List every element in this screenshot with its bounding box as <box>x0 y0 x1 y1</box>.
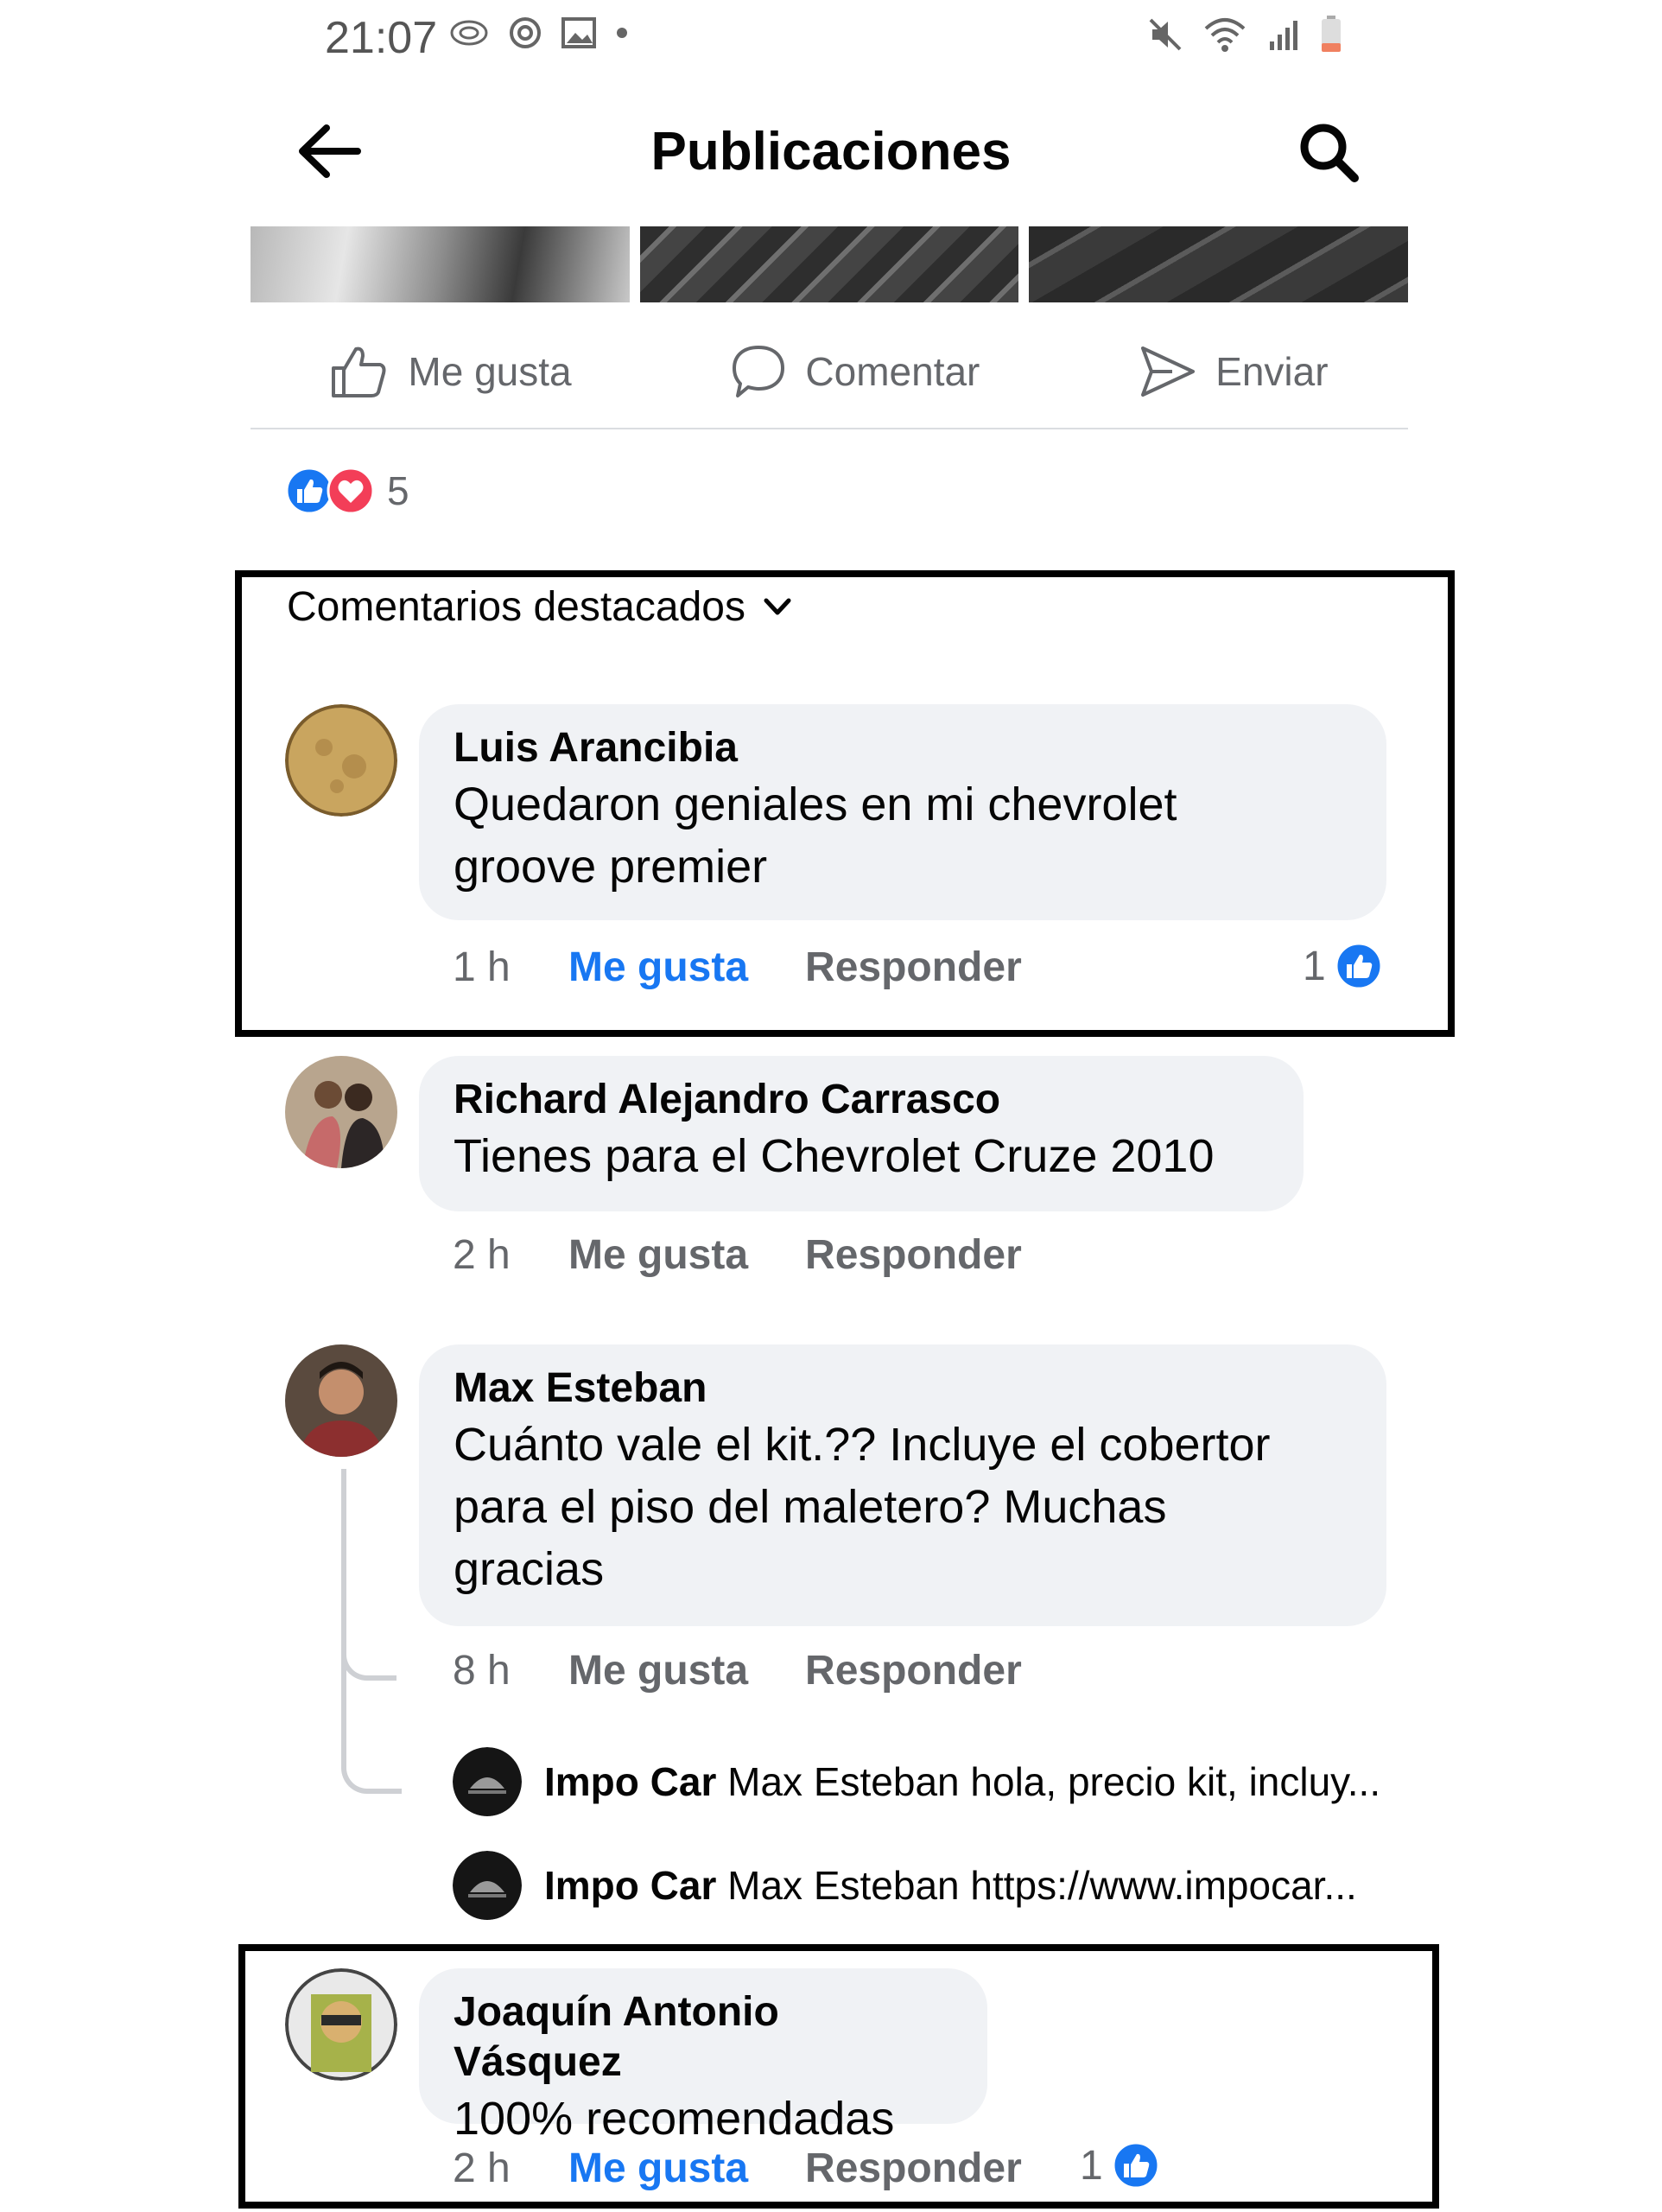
comment-actions: 2 h Me gusta Responder <box>453 2145 1022 2192</box>
comment-time: 1 h <box>453 944 511 990</box>
comment-actions: 8 h Me gusta Responder <box>453 1647 1022 1694</box>
avatar[interactable] <box>285 1344 397 1457</box>
comment-reply-button[interactable]: Responder <box>805 1647 1022 1694</box>
comment-text-line: gracias <box>454 1543 605 1595</box>
comment-like-count-value: 1 <box>1080 2142 1103 2189</box>
comment-icon <box>733 346 785 397</box>
reply-preview[interactable]: Impo Car Max Esteban https://www.impocar… <box>453 1851 1357 1920</box>
comment-reply-button[interactable]: Responder <box>805 1231 1022 1279</box>
comment-time: 2 h <box>453 1232 511 1278</box>
comment-bubble: Max Esteban Cuánto vale el kit.?? Incluy… <box>419 1344 1386 1626</box>
send-icon <box>1141 346 1196 397</box>
comment-button[interactable]: Comentar <box>731 344 980 399</box>
dot-icon <box>617 28 627 38</box>
comment-like-button[interactable]: Me gusta <box>568 944 748 991</box>
status-system-icons <box>1147 16 1342 54</box>
reply-preview[interactable]: Impo Car Max Esteban hola, precio kit, i… <box>453 1747 1380 1816</box>
comment-text-line: Tienes para el Chevrolet Cruze 2010 <box>454 1130 1215 1182</box>
reaction-summary[interactable]: 5 <box>285 467 409 515</box>
comment-like-count-value: 1 <box>1303 943 1326 989</box>
post-photo[interactable] <box>251 226 630 302</box>
comment-reply-button[interactable]: Responder <box>805 2145 1022 2192</box>
comment-actions: 2 h Me gusta Responder <box>453 1231 1022 1279</box>
love-reaction-icon <box>327 467 375 515</box>
post-photo[interactable] <box>1029 226 1409 302</box>
reply-text: Max Esteban https://www.impocar... <box>727 1863 1357 1908</box>
comment-text-line: para el piso del maletero? Muchas <box>454 1481 1167 1533</box>
comment-author[interactable]: Richard Alejandro Carrasco <box>454 1075 1269 1125</box>
gallery-icon <box>561 17 596 48</box>
wifi-icon <box>1204 18 1246 52</box>
like-button-label: Me gusta <box>408 349 572 394</box>
comment-time: 2 h <box>453 2145 511 2191</box>
comments-sort-dropdown[interactable]: Comentarios destacados <box>287 583 792 631</box>
search-icon <box>1300 124 1359 182</box>
comment-text-line: Quedaron geniales en mi chevrolet <box>454 779 1177 830</box>
comments-sort-label: Comentarios destacados <box>287 584 745 630</box>
avatar[interactable] <box>285 1968 397 2081</box>
search-button[interactable] <box>1296 119 1361 189</box>
comment-like-count[interactable]: 1 <box>1080 2141 1160 2190</box>
reply-author[interactable]: Impo Car <box>544 1863 716 1908</box>
comment-bubble: Joaquín Antonio Vásquez 100% recomendada… <box>419 1968 987 2145</box>
comment-button-label: Comentar <box>805 349 980 394</box>
comment-like-button[interactable]: Me gusta <box>568 1647 748 1694</box>
comment-text-line: Cuánto vale el kit.?? Incluye el coberto… <box>454 1419 1271 1471</box>
signal-icon <box>1270 21 1297 50</box>
target-icon <box>510 17 541 48</box>
post-photo[interactable] <box>639 226 1019 302</box>
comment-reply-button[interactable]: Responder <box>805 944 1022 991</box>
comment-bubble: Luis Arancibia Quedaron geniales en mi c… <box>419 704 1386 920</box>
thread-branch <box>341 1469 396 1681</box>
divider <box>251 428 1408 429</box>
thumbs-up-icon <box>332 346 386 397</box>
battery-icon <box>1322 16 1341 52</box>
reaction-count: 5 <box>387 468 409 513</box>
avatar[interactable] <box>453 1747 522 1816</box>
comment-like-count[interactable]: 1 <box>1303 942 1383 990</box>
send-button-label: Enviar <box>1215 349 1329 394</box>
comment-time: 8 h <box>453 1648 511 1694</box>
like-reaction-icon <box>1335 942 1383 990</box>
comment-text-line: groove premier <box>454 841 768 893</box>
comment-author[interactable]: Max Esteban <box>454 1363 1352 1414</box>
chevron-down-icon <box>764 598 791 614</box>
comment-author[interactable]: Joaquín Antonio Vásquez <box>454 1987 953 2088</box>
comment-text-line: 100% recomendadas <box>454 2093 895 2145</box>
reply-author[interactable]: Impo Car <box>544 1759 716 1804</box>
reply-text: Max Esteban hola, precio kit, incluy... <box>727 1759 1381 1804</box>
send-button[interactable]: Enviar <box>1139 345 1329 398</box>
comment-like-button[interactable]: Me gusta <box>568 2145 748 2192</box>
avatar[interactable] <box>285 704 397 817</box>
status-time: 21:07 <box>325 13 438 63</box>
comment-actions: 1 h Me gusta Responder <box>453 944 1022 991</box>
like-button[interactable]: Me gusta <box>330 344 572 399</box>
comment-bubble: Richard Alejandro Carrasco Tienes para e… <box>419 1056 1304 1211</box>
comment-like-button[interactable]: Me gusta <box>568 1231 748 1279</box>
cast-icon <box>450 20 488 46</box>
post-photos <box>251 226 1409 302</box>
mute-icon <box>1149 18 1182 51</box>
avatar[interactable] <box>285 1056 397 1168</box>
status-notification-icons <box>449 16 629 50</box>
post-action-bar: Me gusta Comentar Enviar <box>251 328 1408 415</box>
like-reaction-icon <box>1112 2141 1160 2190</box>
comment-author[interactable]: Luis Arancibia <box>454 723 1352 773</box>
page-title: Publicaciones <box>650 122 1012 181</box>
avatar[interactable] <box>453 1851 522 1920</box>
